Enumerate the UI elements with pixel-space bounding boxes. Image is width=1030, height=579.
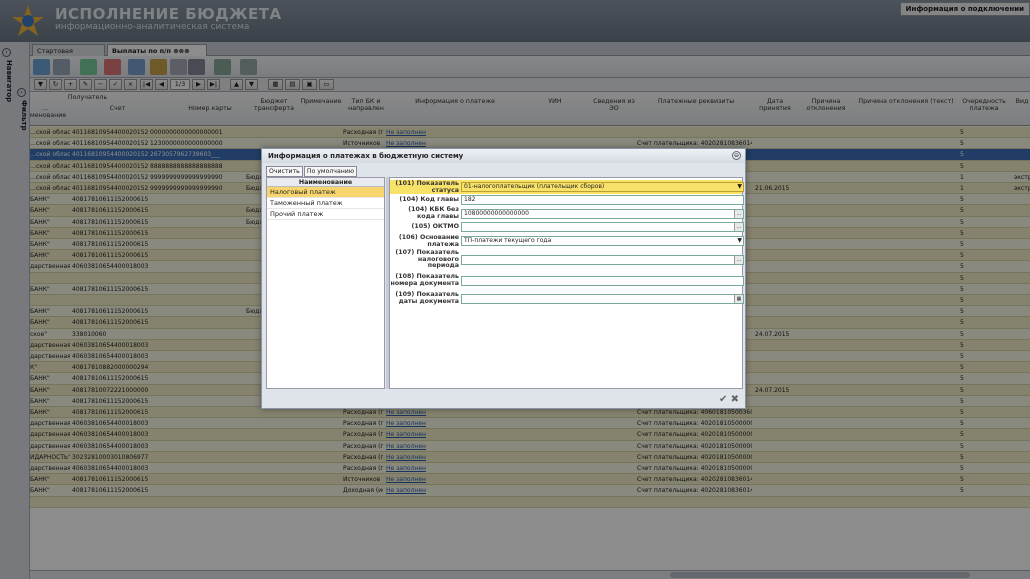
list-item-customs[interactable]: Таможенный платеж — [267, 198, 384, 209]
basis-value: ТП-платежи текущего года — [464, 237, 552, 244]
tax-period-input[interactable]: … — [461, 255, 744, 265]
payment-type-list: Наименование Налоговый платеж Таможенный… — [266, 177, 385, 389]
confirm-icon[interactable]: ✔ — [719, 394, 727, 405]
list-item-tax[interactable]: Налоговый платеж — [267, 187, 384, 198]
chapter-code-input[interactable]: 182 — [461, 195, 744, 205]
status-value: 01-налогоплательщик (плательщик сборов) — [464, 183, 605, 190]
tax-period-label: (107) Показатель налогового периода — [395, 249, 459, 269]
calendar-icon[interactable]: ▦ — [734, 295, 743, 303]
lookup-icon[interactable]: … — [734, 223, 743, 231]
status-select[interactable]: 01-налогоплательщик (плательщик сборов) ▼ — [461, 182, 744, 192]
collapse-icon[interactable]: ⊖ — [732, 151, 741, 160]
payment-fields: (101) Показатель статуса 01-налогоплател… — [389, 177, 744, 389]
kbk-label: (104) КБК без кода главы — [408, 206, 459, 220]
kbk-input[interactable]: 10800000000000000 … — [461, 209, 744, 219]
cancel-icon[interactable]: ✖ — [731, 394, 739, 405]
lookup-icon[interactable]: … — [734, 256, 743, 264]
doc-date-input[interactable]: ▦ — [461, 294, 744, 304]
dialog-footer: ✔ ✖ — [719, 394, 739, 405]
dialog-title: Информация о платежах в бюджетную систем… — [262, 149, 745, 163]
lookup-icon[interactable]: … — [734, 210, 743, 218]
chapter-code-label: (104) Код главы — [399, 196, 459, 203]
chevron-down-icon[interactable]: ▼ — [737, 183, 742, 191]
oktmo-input[interactable]: … — [461, 222, 744, 232]
kbk-value: 10800000000000000 — [464, 210, 529, 217]
status-label: (101) Показатель статуса — [395, 180, 459, 194]
doc-number-input[interactable] — [461, 276, 744, 286]
basis-label: (106) Основание платежа — [398, 234, 459, 248]
oktmo-label: (105) ОКТМО — [411, 223, 459, 230]
clear-button[interactable]: Очистить — [266, 166, 303, 177]
doc-date-label: (109) Показатель даты документа — [395, 291, 459, 305]
default-button[interactable]: По умолчанию — [303, 166, 358, 177]
list-header: Наименование — [267, 178, 384, 187]
payment-info-dialog: Информация о платежах в бюджетную систем… — [261, 148, 746, 409]
doc-number-label: (108) Показатель номера документа — [390, 273, 459, 287]
chevron-down-icon[interactable]: ▼ — [737, 237, 742, 245]
list-item-other[interactable]: Прочий платеж — [267, 209, 384, 220]
basis-select[interactable]: ТП-платежи текущего года ▼ — [461, 236, 744, 246]
